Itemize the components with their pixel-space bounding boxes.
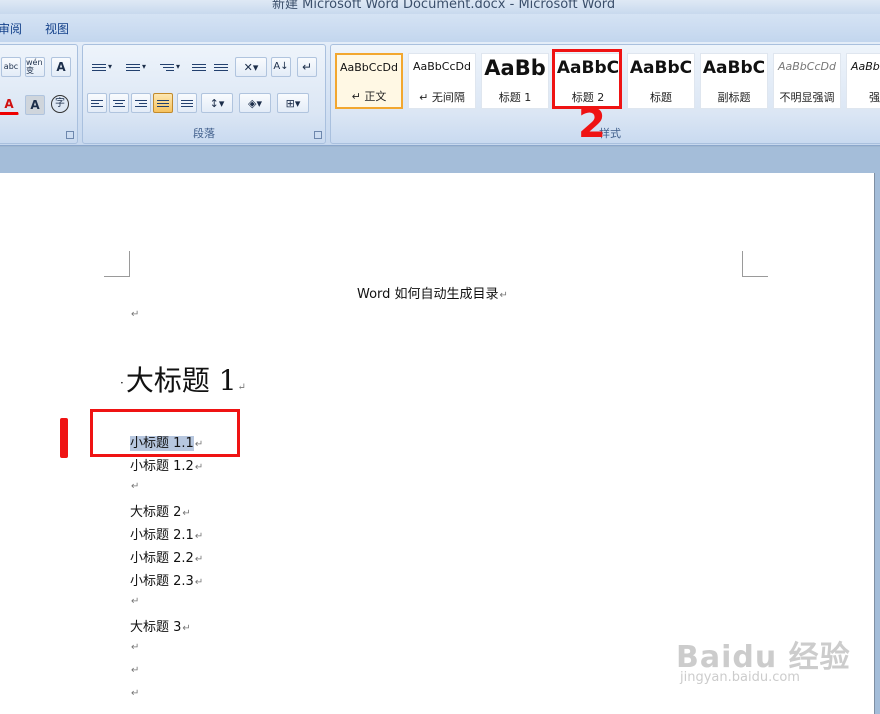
paragraph-dialog-launcher-icon[interactable]	[314, 131, 322, 139]
empty-paragraph[interactable]: ↵	[130, 593, 139, 608]
heading-1[interactable]: ·大标题 1↵	[120, 359, 246, 399]
empty-paragraph[interactable]: ↵	[130, 662, 139, 677]
crop-mark-left	[104, 251, 130, 277]
change-case-icon[interactable]: abc	[1, 57, 21, 77]
style-sample: AaBbCcDd	[340, 61, 398, 74]
subheading-1-2[interactable]: 小标题 1.2↵	[130, 455, 203, 474]
tab-view[interactable]: 视图	[45, 20, 69, 37]
style-name: ↵ 无间隔	[419, 91, 465, 104]
decrease-indent-icon[interactable]	[189, 57, 209, 77]
font-dialog-launcher-icon[interactable]	[66, 131, 74, 139]
borders-icon[interactable]: ⊞▾	[277, 93, 309, 113]
justify-icon[interactable]	[153, 93, 173, 113]
bullets-icon[interactable]: ▾	[87, 57, 117, 77]
heading-3[interactable]: 大标题 3↵	[130, 616, 191, 635]
crop-mark-right	[742, 251, 768, 277]
empty-paragraph[interactable]: ↵	[130, 306, 139, 321]
enclose-characters-icon[interactable]: 字	[51, 95, 69, 113]
shading-icon[interactable]: ◈▾	[239, 93, 271, 113]
subheading-2-2[interactable]: 小标题 2.2↵	[130, 547, 203, 566]
style-no-spacing[interactable]: AaBbCcDd ↵ 无间隔	[408, 53, 476, 109]
annotation-box-heading2	[552, 49, 622, 109]
style-name: 标题 1	[498, 91, 532, 104]
annotation-step-1: 1	[60, 418, 68, 458]
annotation-box-subheading	[90, 409, 240, 457]
style-sample: AaBbCcDd	[851, 60, 880, 73]
character-shading-icon[interactable]: A	[25, 95, 45, 115]
ribbon: abc wén 变 A A A 字 ▾ ▾ ▾ ✕▾ A↓ ↵ ↕▾ ◈▾ ⊞▾…	[0, 42, 880, 146]
line-spacing-icon[interactable]: ↕▾	[201, 93, 233, 113]
style-title[interactable]: AaBbC 标题	[627, 53, 695, 109]
font-group: abc wén 变 A A A 字	[0, 44, 78, 144]
style-sample: AaBbCcDd	[413, 60, 471, 73]
watermark-url: jingyan.baidu.com	[680, 670, 800, 685]
increase-indent-icon[interactable]	[211, 57, 231, 77]
style-name: ↵ 正文	[351, 90, 387, 103]
chinese-layout-icon[interactable]: ✕▾	[235, 57, 267, 77]
multilevel-list-icon[interactable]: ▾	[155, 57, 185, 77]
style-name: 不明显强调	[779, 91, 835, 104]
baidu-watermark: Baidu 经验 jingyan.baidu.com	[676, 632, 851, 685]
paragraph-group-label: 段落	[193, 127, 215, 140]
empty-paragraph[interactable]: ↵	[130, 478, 139, 493]
align-center-icon[interactable]	[109, 93, 129, 113]
subheading-2-3[interactable]: 小标题 2.3↵	[130, 570, 203, 589]
phonetic-guide-icon[interactable]: wén 变	[25, 57, 45, 77]
document-title[interactable]: Word 如何自动生成目录↵	[357, 283, 508, 302]
style-sample: AaBbCcDd	[778, 60, 836, 73]
style-subtle-emphasis[interactable]: AaBbCcDd 不明显强调	[773, 53, 841, 109]
empty-paragraph[interactable]: ↵	[130, 685, 139, 700]
style-name: 标题	[650, 91, 672, 104]
style-normal[interactable]: AaBbCcDd ↵ 正文	[335, 53, 403, 109]
sort-icon[interactable]: A↓	[271, 57, 291, 77]
annotation-step-2: 2	[578, 101, 606, 147]
heading-2[interactable]: 大标题 2↵	[130, 501, 191, 520]
style-name: 强调	[869, 91, 880, 104]
style-sample: AaBb	[484, 56, 546, 80]
ribbon-tabs: 审阅 视图	[0, 14, 880, 42]
style-emphasis[interactable]: AaBbCcDd 强调	[846, 53, 880, 109]
style-sample: AaBbC	[702, 58, 766, 78]
style-name: 副标题	[717, 91, 751, 104]
align-right-icon[interactable]	[131, 93, 151, 113]
style-subtitle[interactable]: AaBbC 副标题	[700, 53, 768, 109]
distributed-icon[interactable]	[177, 93, 197, 113]
subheading-2-1[interactable]: 小标题 2.1↵	[130, 524, 203, 543]
font-color-icon[interactable]: A	[0, 95, 19, 115]
paragraph-group: ▾ ▾ ▾ ✕▾ A↓ ↵ ↕▾ ◈▾ ⊞▾ 段落	[82, 44, 326, 144]
tab-review[interactable]: 审阅	[0, 20, 22, 37]
title-bar: 新建 Microsoft Word Document.docx - Micros…	[0, 0, 880, 14]
align-left-icon[interactable]	[87, 93, 107, 113]
style-heading-1[interactable]: AaBb 标题 1	[481, 53, 549, 109]
numbering-icon[interactable]: ▾	[121, 57, 151, 77]
style-sample: AaBbC	[629, 58, 693, 78]
show-paragraph-marks-icon[interactable]: ↵	[297, 57, 317, 77]
character-border-icon[interactable]: A	[51, 57, 71, 77]
window-title: 新建 Microsoft Word Document.docx - Micros…	[272, 0, 616, 12]
empty-paragraph[interactable]: ↵	[130, 639, 139, 654]
